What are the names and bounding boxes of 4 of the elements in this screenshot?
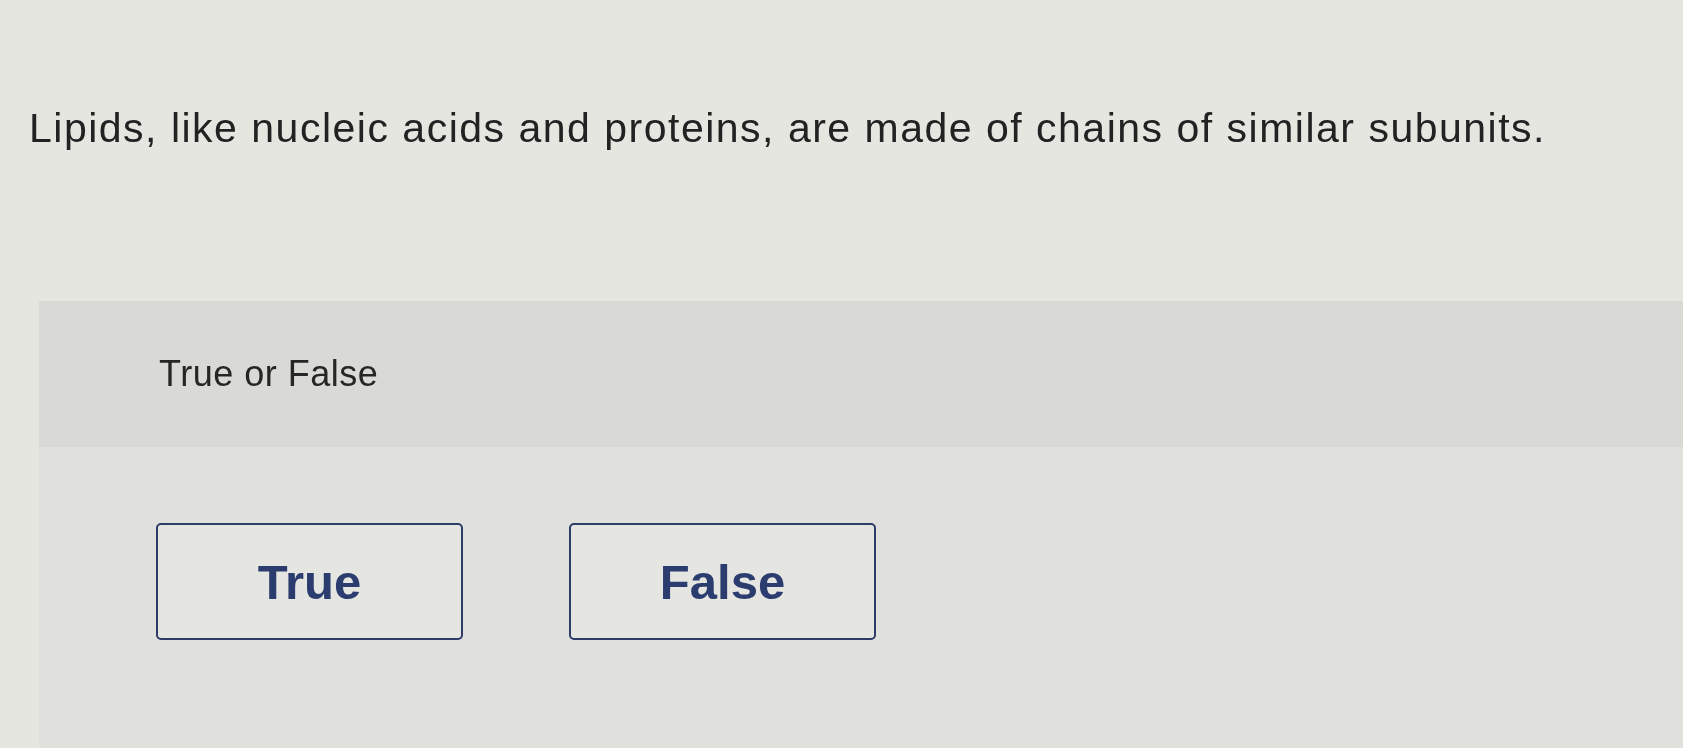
question-text: Lipids, like nucleic acids and proteins, are made of chains of similar subunits. [29, 104, 1546, 153]
answer-option-button[interactable]: False [569, 523, 876, 640]
answer-option-button[interactable]: True [156, 523, 463, 640]
prompt-text: True or False [159, 353, 379, 395]
